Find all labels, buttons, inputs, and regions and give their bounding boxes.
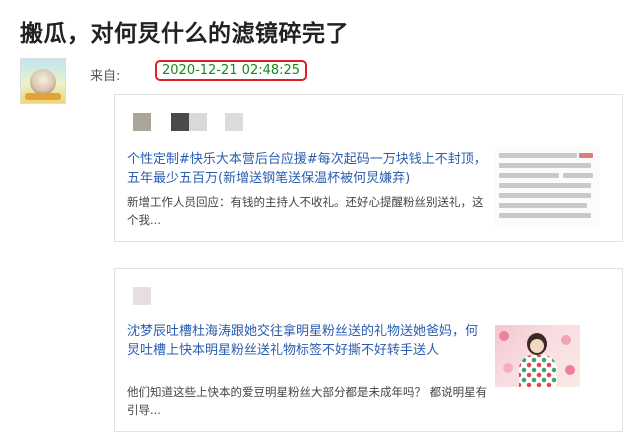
link-card[interactable]: 个性定制#快乐大本营后台应援#每次起码一万块钱上不封顶，五年最少五百万(新增送钢… — [114, 94, 623, 242]
card-thumbnail[interactable] — [495, 147, 600, 227]
user-avatar-thumb[interactable] — [171, 113, 189, 131]
from-label: 来自: — [90, 69, 121, 84]
avatar-dog-figure — [30, 69, 56, 95]
card-description: 他们知道这些上快本的爱豆明星粉丝大部分都是未成年吗？ 都说明星有引导... — [127, 385, 488, 417]
post-title: 搬瓜，对何炅什么的滤镜碎完了 — [20, 21, 349, 47]
user-avatar-thumb[interactable] — [133, 287, 151, 305]
user-avatar-thumb[interactable] — [133, 113, 151, 131]
user-avatar-thumb[interactable] — [225, 113, 243, 131]
post-timestamp: 2020-12-21 02:48:25 — [155, 60, 308, 81]
avatar-stand — [25, 93, 61, 100]
link-card[interactable]: 沈梦辰吐槽杜海涛跟她交往拿明星粉丝送的礼物送她爸妈，何炅吐槽上快本明星粉丝送礼物… — [114, 268, 623, 432]
card-thumbnail[interactable] — [495, 325, 580, 387]
card-description: 新增工作人员回应：有钱的主持人不收礼。还好心提醒粉丝别送礼，这个我... — [127, 195, 484, 227]
avatar[interactable] — [20, 58, 66, 104]
card-title-link[interactable]: 个性定制#快乐大本营后台应援#每次起码一万块钱上不封顶，五年最少五百万(新增送钢… — [127, 150, 489, 188]
user-avatar-thumb[interactable] — [189, 113, 207, 131]
card-title-link[interactable]: 沈梦辰吐槽杜海涛跟她交往拿明星粉丝送的礼物送她爸妈，何炅吐槽上快本明星粉丝送礼物… — [127, 322, 489, 360]
